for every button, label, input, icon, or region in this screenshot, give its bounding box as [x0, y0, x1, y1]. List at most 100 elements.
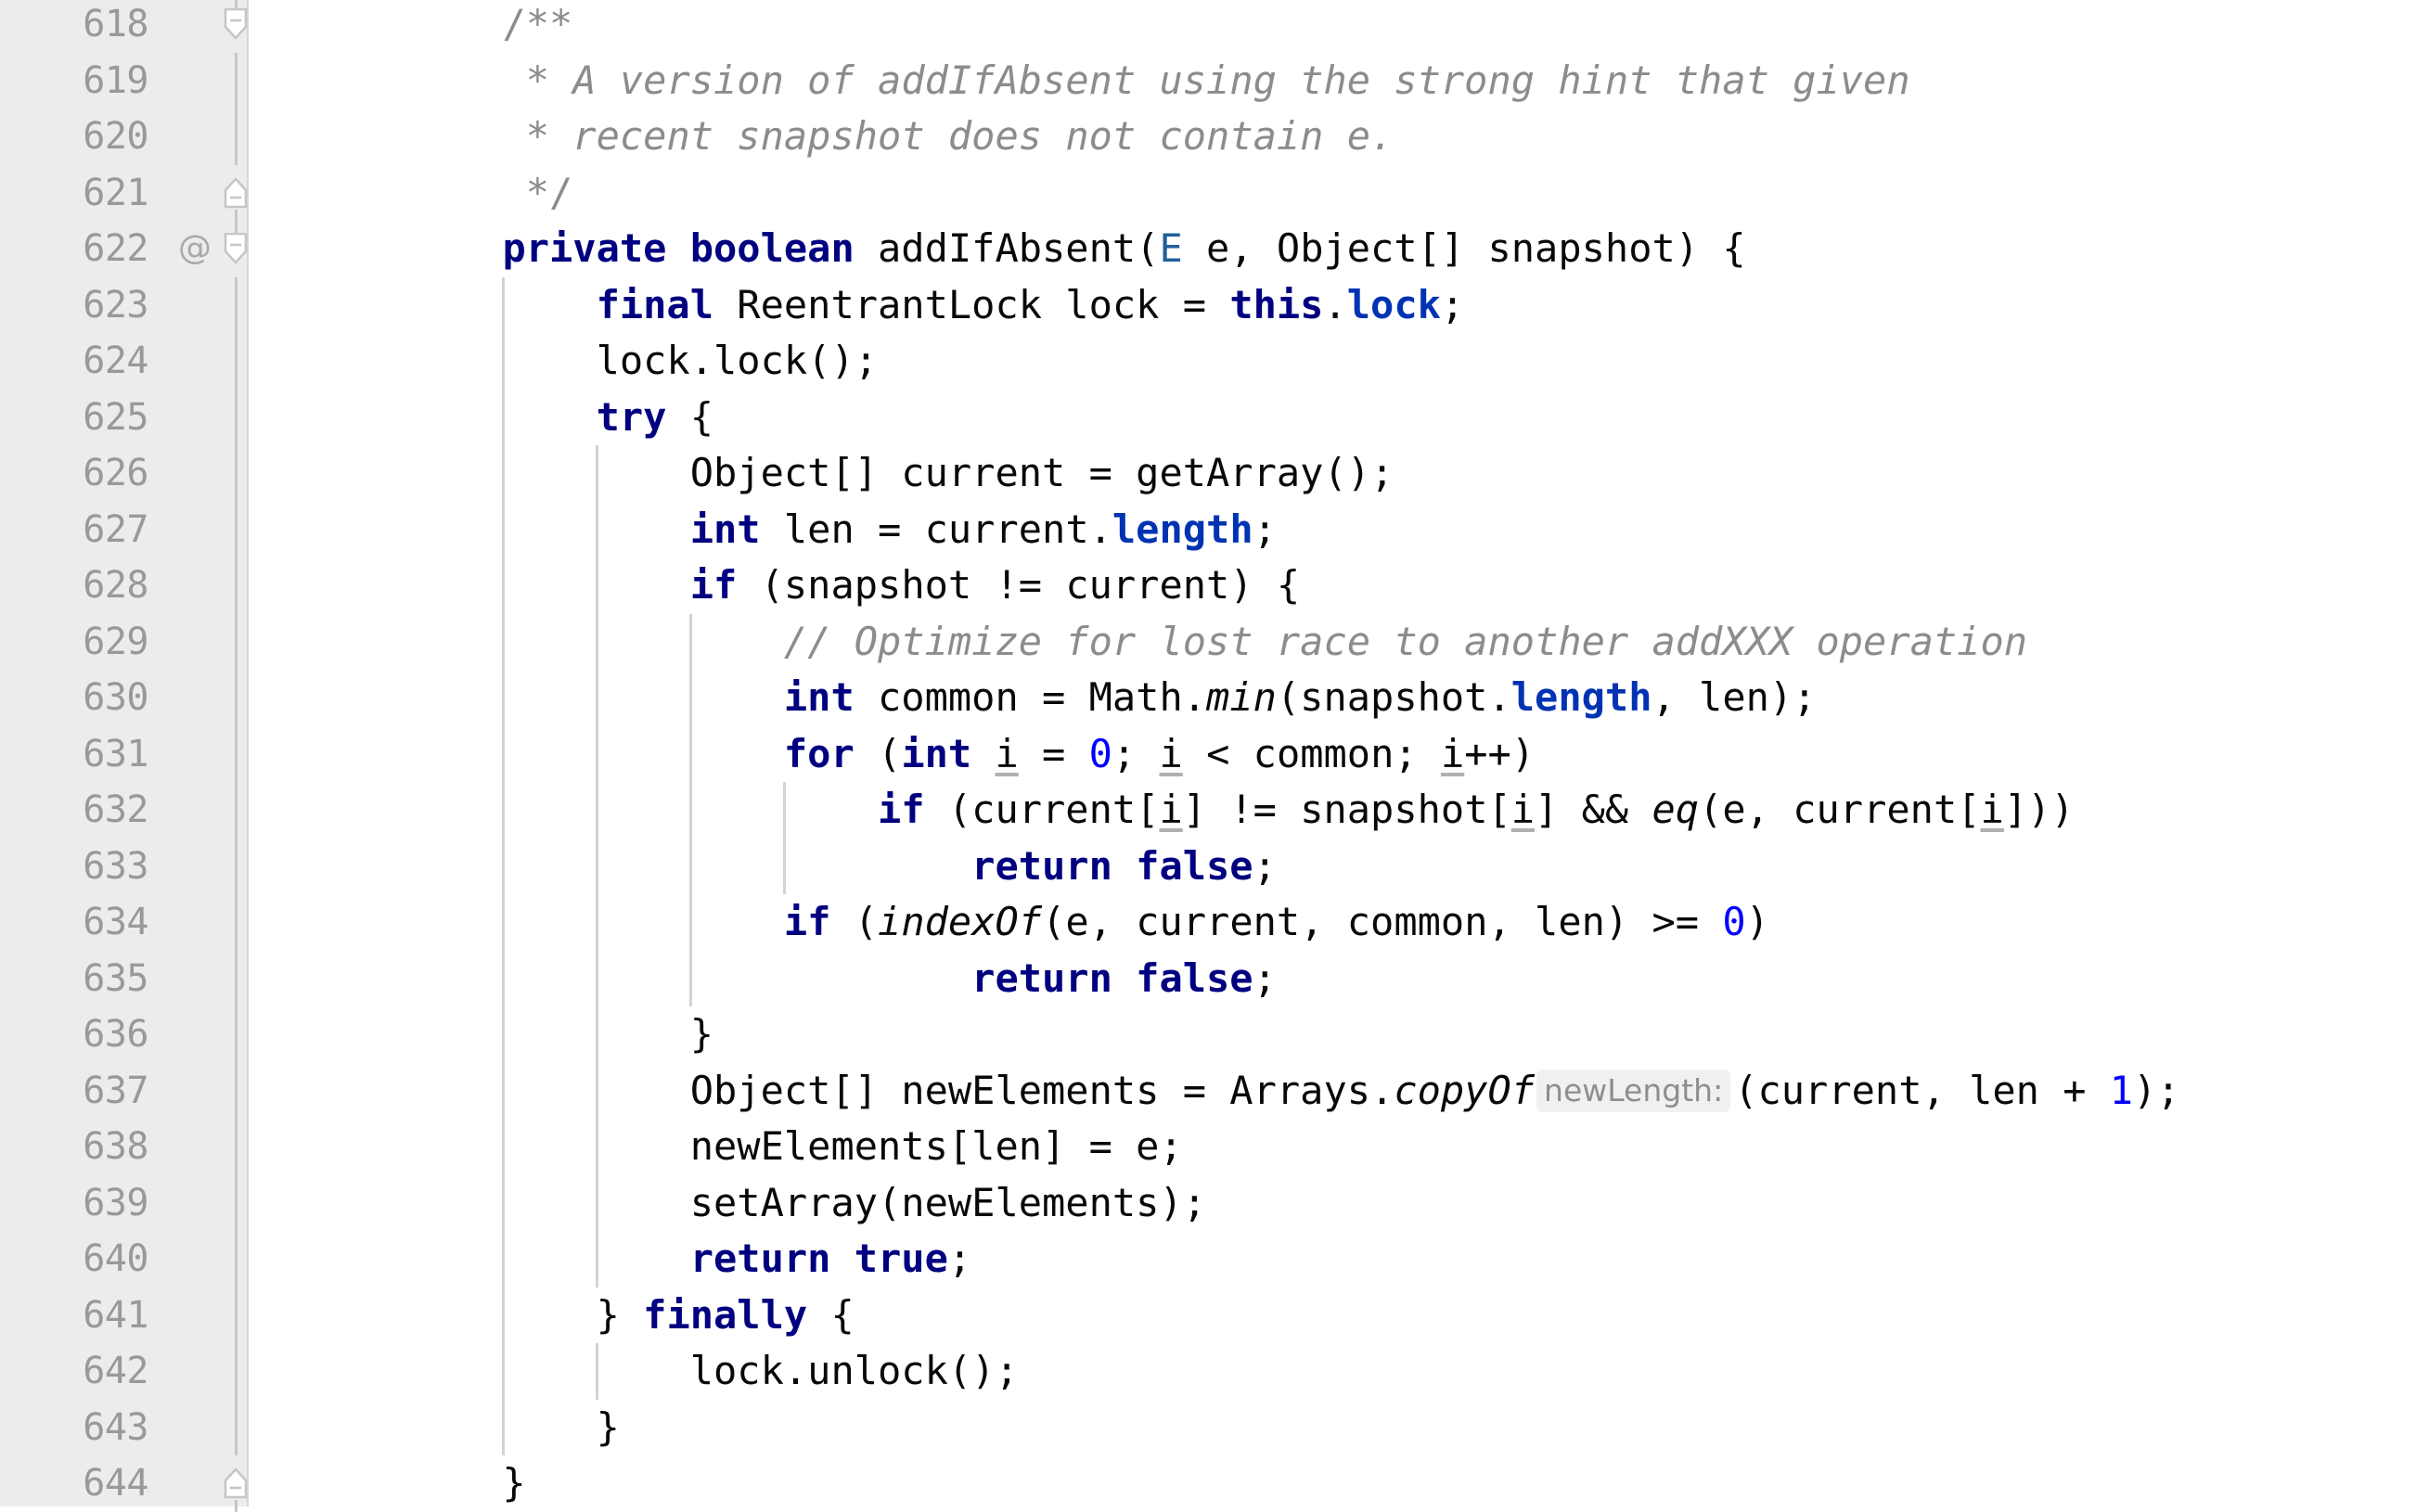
- fold-gutter-column[interactable]: [223, 0, 249, 1512]
- code-line[interactable]: /**: [249, 0, 2429, 53]
- gutter-row: 628: [0, 557, 249, 614]
- code-token-plain: common = Math.: [854, 674, 1207, 720]
- code-line[interactable]: } finally {: [249, 1287, 2429, 1343]
- code-line[interactable]: if (current[i] != snapshot[i] && eq(e, c…: [249, 782, 2429, 839]
- line-number: 629: [83, 620, 148, 663]
- code-token-localv: i: [995, 730, 1019, 776]
- code-line[interactable]: * A version of addIfAbsent using the str…: [249, 53, 2429, 109]
- gutter-row: 622 @: [0, 221, 249, 277]
- code-token-localv: i: [1159, 787, 1183, 832]
- gutter-row: 635: [0, 951, 249, 1007]
- code-line[interactable]: */: [249, 165, 2429, 222]
- editor-gutter[interactable]: 618 619 620 621 622 @623 624 625 626 627 628 629 630…: [0, 0, 249, 1512]
- line-number: 620: [83, 115, 148, 158]
- code-line[interactable]: setArray(newElements);: [249, 1174, 2429, 1231]
- gutter-row: 624: [0, 333, 249, 390]
- line-number: 637: [83, 1069, 148, 1112]
- code-token-plain: ;: [1253, 506, 1277, 552]
- code-token-kw: if: [878, 787, 925, 832]
- code-token-plain: }: [249, 1403, 620, 1450]
- code-editor[interactable]: 618 619 620 621 622 @623 624 625 626 627 628 629 630…: [0, 0, 2429, 1512]
- code-line-text: return false;: [249, 839, 1277, 895]
- code-token-plain: ;: [1112, 730, 1160, 776]
- code-line[interactable]: Object[] newElements = Arrays.copyOf newL…: [249, 1062, 2429, 1120]
- code-token-kw: try: [596, 393, 667, 440]
- code-token-plain: addIfAbsent(: [854, 225, 1160, 271]
- code-line[interactable]: if (indexOf(e, current, common, len) >= …: [249, 894, 2429, 951]
- line-number: 644: [83, 1462, 148, 1505]
- gutter-row: 623: [0, 277, 249, 334]
- code-content-area[interactable]: /** * A version of addIfAbsent using the…: [249, 0, 2429, 1506]
- code-line[interactable]: if (snapshot != current) {: [249, 557, 2429, 614]
- line-number: 639: [83, 1181, 148, 1224]
- line-number: 631: [83, 732, 148, 775]
- fold-end-icon[interactable]: [223, 1467, 249, 1499]
- code-line[interactable]: // Optimize for lost race to another add…: [249, 613, 2429, 670]
- code-line[interactable]: lock.lock();: [249, 333, 2429, 390]
- line-number: 628: [83, 564, 148, 607]
- code-token-plain: }: [249, 1011, 714, 1057]
- fold-connector-line: [235, 1399, 238, 1455]
- code-token-plain: Object[] current = getArray();: [249, 450, 1394, 495]
- line-number: 630: [83, 676, 148, 719]
- fold-connector-line: [235, 52, 238, 109]
- fold-connector-line: [235, 838, 238, 894]
- code-token-field: lock: [1346, 281, 1441, 327]
- code-line[interactable]: return false;: [249, 950, 2429, 1006]
- fold-connector-line: [235, 1174, 238, 1231]
- code-line[interactable]: Object[] current = getArray();: [249, 445, 2429, 502]
- code-line[interactable]: }: [249, 1399, 2429, 1456]
- gutter-row: 629: [0, 614, 249, 671]
- fold-end-icon[interactable]: [223, 176, 249, 209]
- gutter-row: 626: [0, 445, 249, 502]
- code-line-text: Object[] newElements = Arrays.copyOf newL…: [249, 1063, 2180, 1120]
- code-line-text: Object[] current = getArray();: [249, 445, 1394, 502]
- code-token-plain: (snapshot != current) {: [737, 562, 1301, 608]
- code-line[interactable]: * recent snapshot does not contain e.: [249, 109, 2429, 165]
- code-line-text: }: [249, 1400, 620, 1456]
- code-line-text: * recent snapshot does not contain e.: [249, 109, 1394, 165]
- code-line[interactable]: private boolean addIfAbsent(E e, Object[…: [249, 221, 2429, 277]
- fold-collapse-icon[interactable]: [223, 233, 249, 264]
- code-line[interactable]: final ReentrantLock lock = this.lock;: [249, 276, 2429, 333]
- fold-connector-line: [235, 445, 238, 502]
- code-token-plain: (: [854, 730, 902, 776]
- code-token-kw: return false: [971, 955, 1253, 1001]
- code-line[interactable]: return false;: [249, 838, 2429, 895]
- code-line[interactable]: for (int i = 0; i < common; i++): [249, 725, 2429, 782]
- code-line[interactable]: }: [249, 1006, 2429, 1063]
- code-token-plain: e, Object[] snapshot) {: [1182, 225, 1746, 271]
- fold-collapse-icon[interactable]: [223, 8, 249, 40]
- line-number: 638: [83, 1125, 148, 1168]
- annotation-at-icon[interactable]: @: [174, 221, 215, 277]
- code-token-plain: Object[] newElements = Arrays.: [249, 1067, 1394, 1113]
- fold-connector-line: [235, 670, 238, 726]
- code-line[interactable]: return true;: [249, 1231, 2429, 1288]
- gutter-row: 630: [0, 670, 249, 726]
- code-token-statm: indexOf: [878, 899, 1043, 944]
- code-line[interactable]: try {: [249, 389, 2429, 445]
- code-line[interactable]: int common = Math.min(snapshot.length, l…: [249, 670, 2429, 726]
- line-number: 618: [83, 3, 148, 45]
- code-line[interactable]: }: [249, 1455, 2429, 1506]
- code-token-plain: (e, current, common, len) >=: [1042, 899, 1723, 944]
- gutter-row: 642: [0, 1343, 249, 1400]
- code-line-text: if (indexOf(e, current, common, len) >= …: [249, 894, 1769, 951]
- fold-connector-line: [235, 1119, 238, 1175]
- code-line-text: newElements[len] = e;: [249, 1119, 1183, 1175]
- code-token-num: 1: [2109, 1067, 2134, 1113]
- code-line[interactable]: lock.unlock();: [249, 1343, 2429, 1400]
- code-token-kw: if: [689, 562, 738, 608]
- code-line[interactable]: newElements[len] = e;: [249, 1119, 2429, 1175]
- code-token-kw: for: [783, 730, 855, 776]
- line-number: 642: [83, 1350, 148, 1392]
- parameter-inlay-hint[interactable]: newLength:: [1536, 1069, 1731, 1112]
- code-token-plain: (snapshot.: [1276, 674, 1511, 720]
- code-token-localv: i: [1510, 787, 1536, 832]
- code-line[interactable]: int len = current.length;: [249, 501, 2429, 557]
